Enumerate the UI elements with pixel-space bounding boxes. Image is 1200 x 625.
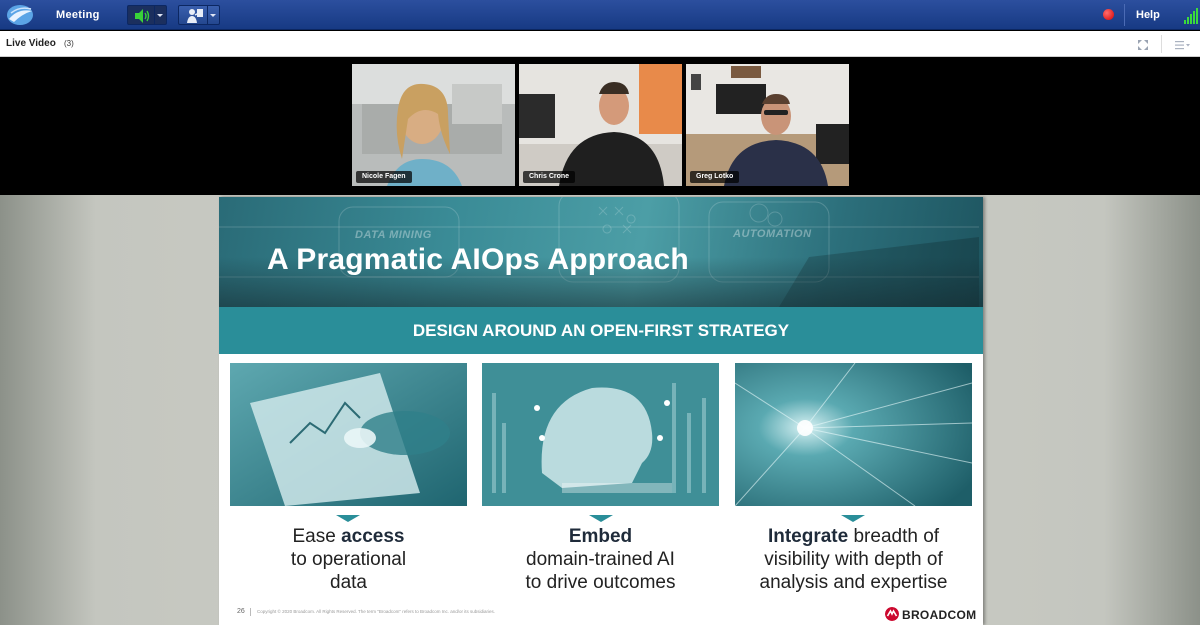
speaker-icon <box>135 9 150 23</box>
card-image-light-burst <box>735 363 972 506</box>
card-text-line: breadth of <box>848 526 940 547</box>
top-toolbar: Meeting Help <box>0 0 1200 30</box>
shared-content-area: DATA MINING AUTOMATION A Pragmatic AIOps… <box>0 195 1200 625</box>
share-presenter-button[interactable] <box>178 5 220 25</box>
card-text-bold: access <box>341 526 405 547</box>
banner-ghost-text: DATA MINING <box>355 229 432 241</box>
share-presenter-icon <box>187 9 203 23</box>
card-text-line: to drive outcomes <box>525 572 676 593</box>
slide-banner: DATA MINING AUTOMATION A Pragmatic AIOps… <box>219 197 983 307</box>
footer-divider <box>250 608 251 616</box>
participant-video <box>352 64 515 186</box>
card-text-line: data <box>330 572 367 593</box>
video-tile-1[interactable]: Nicole Fagen <box>352 64 515 186</box>
video-strip: Nicole Fagen Chris Crone Greg Lotko <box>0 58 1200 195</box>
slide-title: A Pragmatic AIOps Approach <box>267 243 689 276</box>
chevron-down-icon <box>157 14 163 17</box>
video-tile-3[interactable]: Greg Lotko <box>686 64 849 186</box>
slide-page-number: 26 <box>237 608 245 615</box>
video-tile-2[interactable]: Chris Crone <box>519 64 682 186</box>
participant-count: (3) <box>64 39 74 48</box>
brand-name: BROADCOM <box>902 608 977 622</box>
toolbar-divider <box>1124 4 1125 26</box>
audio-button[interactable] <box>127 5 167 25</box>
slide-subtitle: DESIGN AROUND AN OPEN-FIRST STRATEGY <box>412 321 790 340</box>
card-pointer <box>841 515 865 522</box>
participant-name: Chris Crone <box>523 171 576 183</box>
card-text-line: analysis and expertise <box>759 572 948 593</box>
card-text-bold: Integrate <box>767 526 849 547</box>
card-text-ease-access: Ease access to operational data <box>230 525 467 594</box>
audio-dropdown[interactable] <box>154 6 166 24</box>
participant-name: Greg Lotko <box>690 171 740 183</box>
card-text-line: visibility with depth of <box>764 549 943 570</box>
card-pointer <box>589 515 613 522</box>
help-menu[interactable]: Help <box>1136 0 1160 30</box>
card-text-embed: Embed domain-trained AI to drive outcome… <box>482 525 719 594</box>
slide-copyright: Copyright © 2020 Broadcom. All Rights Re… <box>257 609 496 614</box>
live-video-header: Live Video (3) <box>0 31 1200 57</box>
signal-strength-icon <box>1184 8 1198 24</box>
card-text-line: domain-trained AI <box>526 549 675 570</box>
card-text-line: Ease <box>292 526 336 547</box>
card-image-tablet <box>230 363 467 506</box>
card-image-ai-head <box>482 363 719 506</box>
broadcom-mark-icon <box>885 607 899 621</box>
participant-name: Nicole Fagen <box>356 171 412 183</box>
expand-icon[interactable] <box>1137 39 1149 51</box>
card-text-integrate: Integrate breadth of visibility with dep… <box>735 525 972 594</box>
live-video-title: Live Video <box>6 38 56 49</box>
card-text-bold: Embed <box>568 526 633 547</box>
app-logo-icon[interactable] <box>6 4 34 26</box>
header-divider <box>1161 35 1162 53</box>
meeting-menu[interactable]: Meeting <box>48 0 108 30</box>
participant-video <box>686 64 849 186</box>
card-text-line: to operational <box>290 549 407 570</box>
banner-ghost-text: AUTOMATION <box>733 228 812 240</box>
card-pointer <box>336 515 360 522</box>
panel-menu-icon[interactable] <box>1175 40 1191 50</box>
presentation-slide: DATA MINING AUTOMATION A Pragmatic AIOps… <box>219 197 983 625</box>
participant-video <box>519 64 682 186</box>
share-dropdown[interactable] <box>207 6 219 24</box>
chevron-down-icon <box>210 14 216 17</box>
record-icon[interactable] <box>1103 9 1114 20</box>
